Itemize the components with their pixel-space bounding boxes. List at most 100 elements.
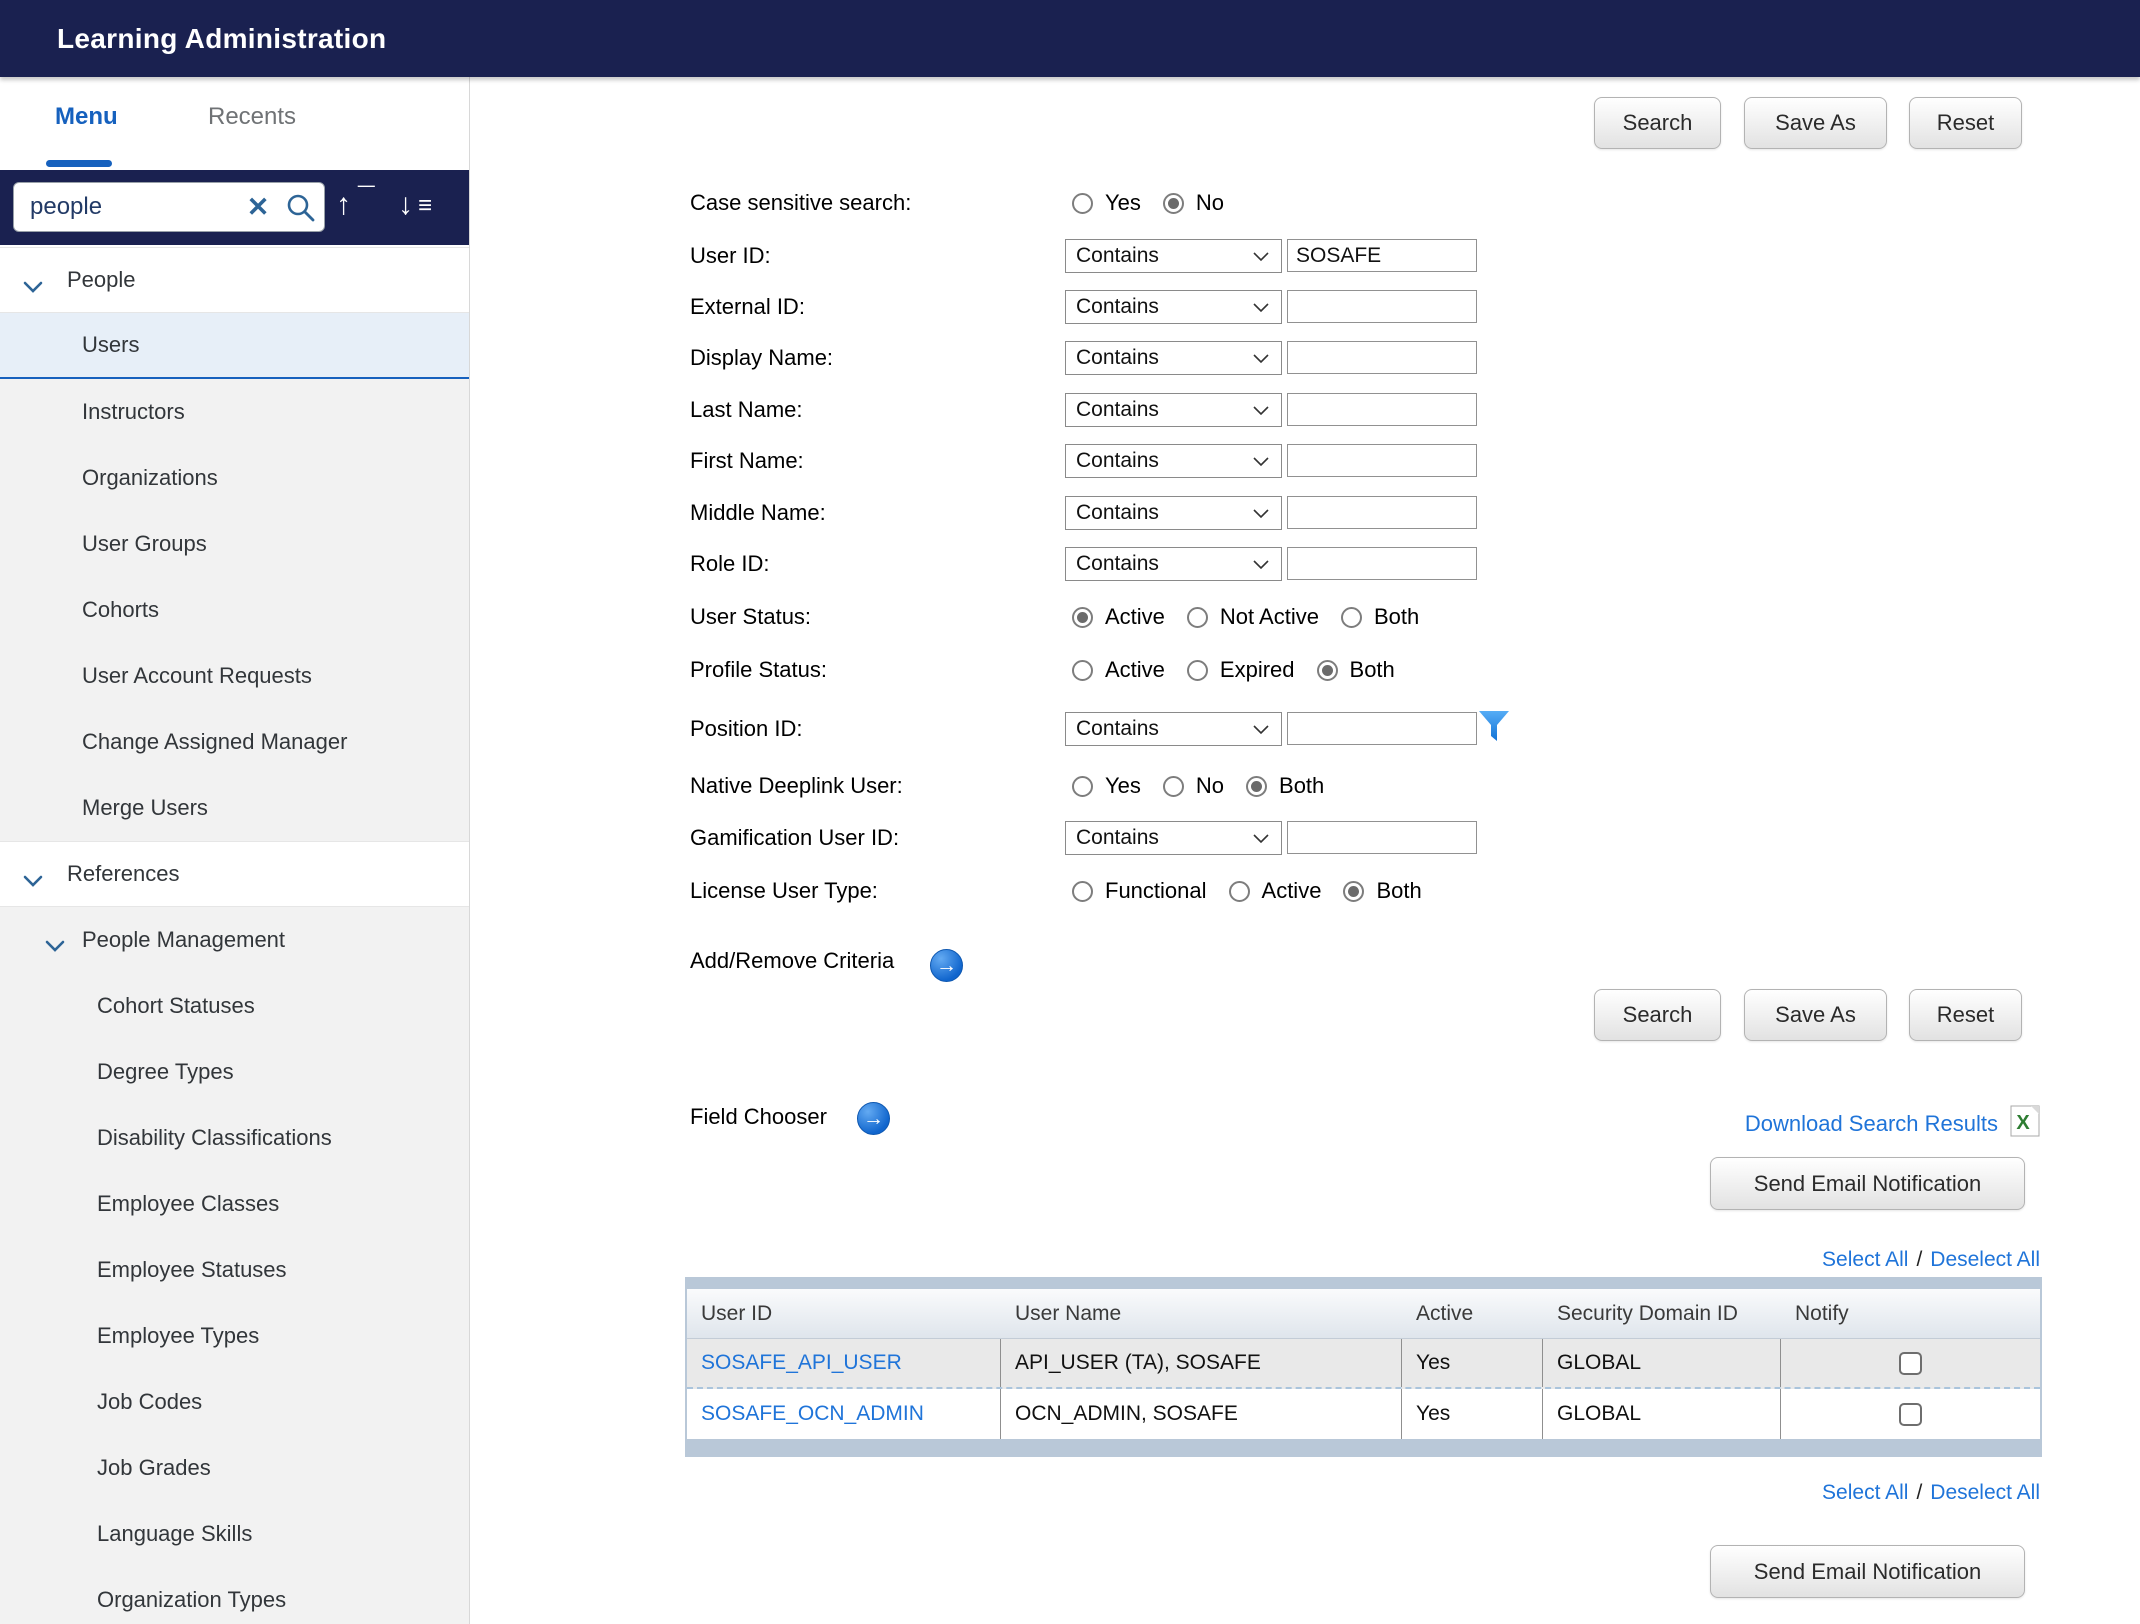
tree-item-cohort-statuses[interactable]: Cohort Statuses: [0, 973, 470, 1039]
operator-select-display-name[interactable]: Contains: [1065, 341, 1282, 375]
radio-icon[interactable]: [1072, 607, 1093, 628]
clear-search-icon[interactable]: ✕: [242, 191, 274, 223]
send-email-notification-button[interactable]: Send Email Notification: [1710, 1157, 2025, 1210]
download-search-results-link[interactable]: Download Search Results: [1745, 1111, 1998, 1137]
select-all-link[interactable]: Select All: [1822, 1481, 1908, 1505]
tab-menu[interactable]: Menu: [55, 103, 118, 131]
radio-option-functional[interactable]: Functional: [1072, 878, 1207, 904]
radio-option-active[interactable]: Active: [1072, 604, 1165, 630]
search-button[interactable]: Search: [1594, 989, 1721, 1041]
send-email-notification-button[interactable]: Send Email Notification: [1710, 1545, 2025, 1598]
radio-option-not-active[interactable]: Not Active: [1187, 604, 1319, 630]
operator-select-user-id[interactable]: Contains: [1065, 239, 1282, 273]
first-name-input[interactable]: [1287, 444, 1477, 477]
operator-select-position-id[interactable]: Contains: [1065, 712, 1282, 746]
reset-button[interactable]: Reset: [1909, 989, 2022, 1041]
chevron-down-icon[interactable]: [44, 933, 66, 959]
sort-ascending-icon[interactable]: ↑ ¯: [330, 184, 374, 230]
deselect-all-link[interactable]: Deselect All: [1930, 1481, 2040, 1505]
radio-icon[interactable]: [1187, 607, 1208, 628]
add-remove-criteria-icon[interactable]: →: [930, 949, 963, 982]
tree-group-people-management[interactable]: People Management: [0, 907, 470, 973]
radio-icon[interactable]: [1072, 776, 1093, 797]
radio-option-both[interactable]: Both: [1341, 604, 1419, 630]
field-chooser-icon[interactable]: →: [857, 1102, 890, 1135]
radio-icon[interactable]: [1246, 776, 1267, 797]
radio-group-case-sensitive: Yes No: [1072, 187, 1246, 219]
sidebar-search-input[interactable]: [18, 185, 228, 229]
search-icon[interactable]: [286, 193, 316, 223]
tree-group-people[interactable]: People: [0, 247, 470, 313]
radio-option-active[interactable]: Active: [1229, 878, 1322, 904]
radio-option-yes[interactable]: Yes: [1072, 190, 1141, 216]
display-name-input[interactable]: [1287, 341, 1477, 374]
save-as-button[interactable]: Save As: [1744, 97, 1887, 149]
operator-select-external-id[interactable]: Contains: [1065, 290, 1282, 324]
radio-option-both[interactable]: Both: [1317, 657, 1395, 683]
tree-item-language-skills[interactable]: Language Skills: [0, 1501, 470, 1567]
tree-item-organizations[interactable]: Organizations: [0, 445, 470, 511]
radio-option-expired[interactable]: Expired: [1187, 657, 1295, 683]
radio-option-both[interactable]: Both: [1343, 878, 1421, 904]
tree-item-employee-types[interactable]: Employee Types: [0, 1303, 470, 1369]
radio-icon[interactable]: [1341, 607, 1362, 628]
radio-icon[interactable]: [1163, 193, 1184, 214]
radio-option-active[interactable]: Active: [1072, 657, 1165, 683]
tree-item-employee-statuses[interactable]: Employee Statuses: [0, 1237, 470, 1303]
operator-select-gamification[interactable]: Contains: [1065, 821, 1282, 855]
operator-select-role-id[interactable]: Contains: [1065, 547, 1282, 581]
role-id-input[interactable]: [1287, 547, 1477, 580]
last-name-input[interactable]: [1287, 393, 1477, 426]
tree-item-user-groups[interactable]: User Groups: [0, 511, 470, 577]
operator-select-first-name[interactable]: Contains: [1065, 444, 1282, 478]
position-id-input[interactable]: [1287, 712, 1477, 745]
chevron-down-icon[interactable]: [22, 274, 44, 300]
tree-item-employee-classes[interactable]: Employee Classes: [0, 1171, 470, 1237]
tree-item-change-assigned-manager[interactable]: Change Assigned Manager: [0, 709, 470, 775]
search-button[interactable]: Search: [1594, 97, 1721, 149]
tree-item-user-account-requests[interactable]: User Account Requests: [0, 643, 470, 709]
results-table: User ID User Name Active Security Domain…: [685, 1277, 2042, 1457]
select-all-link[interactable]: Select All: [1822, 1248, 1908, 1272]
operator-select-middle-name[interactable]: Contains: [1065, 496, 1282, 530]
gamification-user-id-input[interactable]: [1287, 821, 1477, 854]
radio-icon[interactable]: [1229, 881, 1250, 902]
radio-icon[interactable]: [1163, 776, 1184, 797]
tab-recents[interactable]: Recents: [208, 103, 296, 131]
tree-item-instructors[interactable]: Instructors: [0, 379, 470, 445]
external-id-input[interactable]: [1287, 290, 1477, 323]
save-as-button[interactable]: Save As: [1744, 989, 1887, 1041]
tree-item-merge-users[interactable]: Merge Users: [0, 775, 470, 841]
user-id-link[interactable]: SOSAFE_OCN_ADMIN: [701, 1402, 924, 1426]
filter-funnel-icon[interactable]: [1478, 710, 1510, 749]
tree-item-cohorts[interactable]: Cohorts: [0, 577, 470, 643]
reset-button[interactable]: Reset: [1909, 97, 2022, 149]
radio-icon[interactable]: [1072, 193, 1093, 214]
operator-select-last-name[interactable]: Contains: [1065, 393, 1282, 427]
radio-option-no[interactable]: No: [1163, 190, 1224, 216]
radio-icon[interactable]: [1072, 881, 1093, 902]
middle-name-input[interactable]: [1287, 496, 1477, 529]
radio-icon[interactable]: [1072, 660, 1093, 681]
radio-option-both[interactable]: Both: [1246, 773, 1324, 799]
sort-descending-icon[interactable]: ↓ ≡: [392, 184, 436, 230]
chevron-down-icon[interactable]: [22, 868, 44, 894]
tree-item-users[interactable]: Users: [0, 313, 470, 379]
deselect-all-link[interactable]: Deselect All: [1930, 1248, 2040, 1272]
notify-checkbox[interactable]: [1899, 1352, 1922, 1375]
tree-group-references[interactable]: References: [0, 841, 470, 907]
radio-icon[interactable]: [1187, 660, 1208, 681]
excel-icon[interactable]: X: [2010, 1105, 2040, 1142]
tree-item-organization-types[interactable]: Organization Types: [0, 1567, 470, 1624]
radio-option-no[interactable]: No: [1163, 773, 1224, 799]
tree-item-disability-classifications[interactable]: Disability Classifications: [0, 1105, 470, 1171]
notify-checkbox[interactable]: [1899, 1403, 1922, 1426]
user-id-link[interactable]: SOSAFE_API_USER: [701, 1351, 902, 1375]
user-id-input[interactable]: [1287, 239, 1477, 272]
tree-item-degree-types[interactable]: Degree Types: [0, 1039, 470, 1105]
tree-item-job-grades[interactable]: Job Grades: [0, 1435, 470, 1501]
radio-icon[interactable]: [1317, 660, 1338, 681]
radio-icon[interactable]: [1343, 881, 1364, 902]
radio-option-yes[interactable]: Yes: [1072, 773, 1141, 799]
tree-item-job-codes[interactable]: Job Codes: [0, 1369, 470, 1435]
